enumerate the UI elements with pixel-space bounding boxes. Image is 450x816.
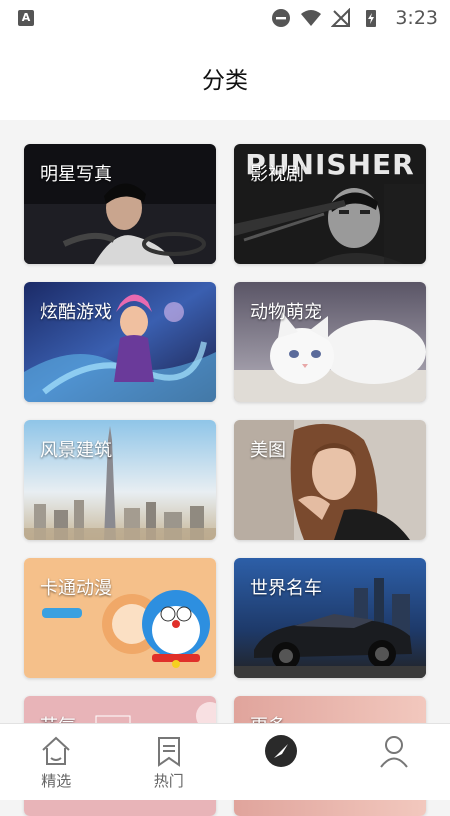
category-card-celebrity[interactable]: 明星写真: [24, 144, 216, 264]
nav-label-featured: 精选: [41, 772, 72, 790]
no-signal-icon: [331, 8, 351, 27]
compass-icon: [265, 735, 298, 767]
category-label: 卡通动漫: [40, 578, 112, 599]
home-icon: [42, 736, 70, 765]
category-card-cartoon[interactable]: 卡通动漫: [24, 558, 216, 678]
category-label: 炫酷游戏: [40, 302, 112, 323]
nav-item-hot[interactable]: 热门: [113, 724, 225, 800]
category-label: 风景建筑: [40, 440, 112, 461]
header: 分类: [0, 36, 450, 120]
category-label: 明星写真: [40, 164, 112, 185]
category-label: 世界名车: [250, 578, 322, 599]
category-label: 美图: [250, 440, 286, 461]
user-icon: [379, 736, 408, 768]
category-card-games[interactable]: 炫酷游戏: [24, 282, 216, 402]
bottom-navigation: 精选 热门: [0, 723, 450, 800]
wifi-icon: [301, 10, 322, 26]
nav-item-profile[interactable]: [338, 724, 450, 800]
nav-label-hot: 热门: [153, 772, 184, 790]
bookmark-icon: [157, 737, 180, 767]
do-not-disturb-icon: [272, 9, 291, 27]
battery-charging-icon: [366, 10, 377, 27]
category-card-scenery[interactable]: 风景建筑: [24, 420, 216, 540]
page-title: 分类: [202, 68, 248, 94]
clock: 3:23: [395, 7, 438, 29]
category-card-movies[interactable]: PUNISHER 影视剧: [234, 144, 426, 264]
category-label: 影视剧: [250, 164, 304, 185]
status-bar: A 3:23: [0, 0, 450, 36]
category-card-pets[interactable]: 动物萌宠: [234, 282, 426, 402]
nav-item-category[interactable]: [225, 724, 337, 800]
category-grid: 明星写真 PUNISHER 影视剧 炫酷游戏 动物萌宠 风景建筑 美图 卡通动漫…: [24, 144, 426, 816]
app-notification-icon: A: [18, 10, 34, 26]
category-card-cars[interactable]: 世界名车: [234, 558, 426, 678]
category-card-beauty[interactable]: 美图: [234, 420, 426, 540]
category-label: 动物萌宠: [250, 302, 322, 323]
nav-item-featured[interactable]: 精选: [0, 724, 112, 800]
